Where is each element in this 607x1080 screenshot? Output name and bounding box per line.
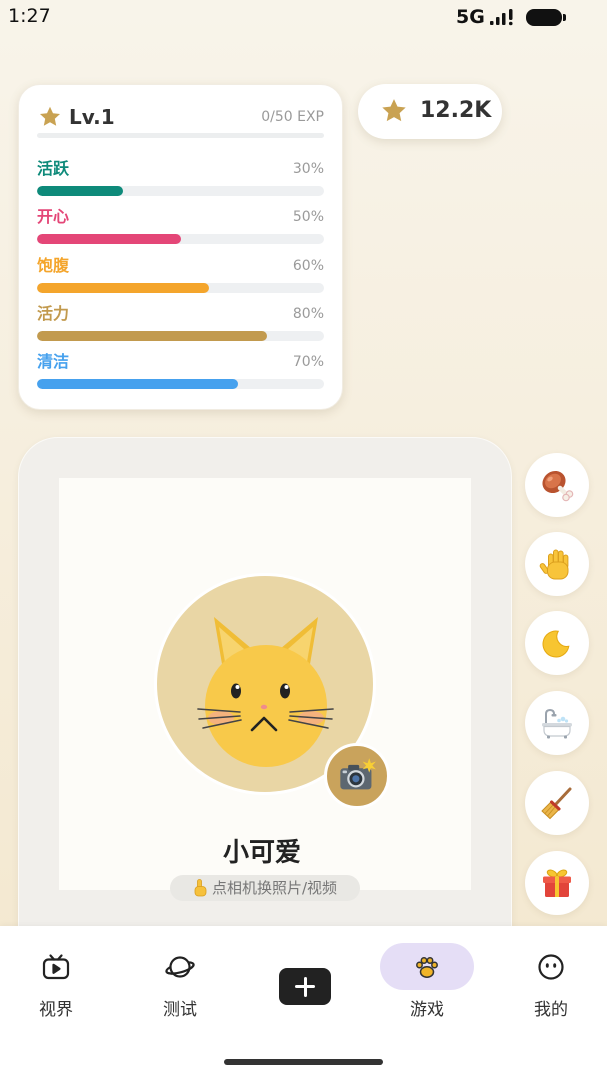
tab-label: 游戏 [410,1000,444,1020]
stat-bar [37,234,324,245]
stats-list: 活跃 30% 开心 50% 饱腹 60% 活力 80% 清洁 70% [37,158,324,399]
stat-label: 活跃 [37,159,70,178]
bathtub-icon [542,708,572,739]
coin-balance[interactable]: 12.2K [358,84,502,139]
star-icon [40,106,60,126]
stat-bar-fill [37,282,210,293]
stat-row-energy: 活力 80% [37,303,324,351]
pointing-up-icon [194,879,207,897]
pet-hand-button[interactable] [525,532,589,596]
battery-icon [526,9,562,26]
gift-icon [543,869,571,897]
smiley-icon [538,954,564,980]
create-button[interactable] [279,968,331,1005]
tab-label: 视界 [39,1000,73,1020]
stat-percent: 50% [292,209,324,226]
broom-icon [541,787,572,820]
feed-button[interactable] [525,453,589,517]
stat-percent: 30% [292,161,324,177]
stat-label: 开心 [37,207,70,227]
pet-name: 小可爱 [222,838,301,868]
stat-bar-fill [37,234,181,245]
tab-me[interactable]: 我的 [504,943,598,1023]
hand-icon [539,549,569,580]
tab-label: 测试 [163,1000,197,1020]
stat-percent: 80% [292,305,324,322]
tab-label: 我的 [534,1000,568,1020]
network-type: 5G [456,6,485,28]
stat-label: 清洁 [37,352,70,371]
tab-game[interactable]: 游戏 [380,943,474,1023]
plus-icon-stroke [303,976,307,997]
stat-bar [37,186,324,196]
coin-amount: 12.2K [420,98,492,123]
status-time: 1:27 [8,5,51,27]
bath-button[interactable] [525,691,589,755]
stat-row-happy: 开心 50% [37,206,324,254]
stat-bar-fill [37,330,267,341]
planet-icon [165,956,195,978]
pet-stats-card: Lv.1 0/50 EXP 活跃 30% 开心 50% 饱腹 60% 活力 80… [18,84,343,410]
stat-bar [37,379,324,389]
stat-row-active: 活跃 30% [37,158,324,206]
stat-row-clean: 清洁 70% [37,351,324,399]
paw-icon [416,957,438,978]
stat-bar-fill [37,186,124,196]
stat-bar-fill [37,379,238,389]
change-photo-button[interactable] [324,743,390,809]
exp-progress-bar [37,133,324,138]
sleep-button[interactable] [525,611,589,675]
star-icon [382,99,406,122]
tab-vision[interactable]: 视界 [9,943,103,1023]
stat-percent: 60% [292,257,324,274]
gift-button[interactable] [525,851,589,915]
stat-bar [37,282,324,293]
clean-button[interactable] [525,771,589,835]
stat-row-fullness: 饱腹 60% [37,255,324,303]
tv-icon [42,954,70,980]
exp-text: 0/50 EXP [261,109,324,125]
level-label: Lv.1 [69,105,115,129]
battery-tip [563,14,566,21]
stat-label: 饱腹 [37,255,70,275]
stat-percent: 70% [292,354,324,370]
home-indicator[interactable] [224,1059,383,1065]
photo-hint-text: 点相机换照片/视频 [211,879,338,897]
tab-test[interactable]: 测试 [133,943,227,1023]
stat-bar [37,330,324,341]
camera-icon [340,758,376,790]
signal-icon [490,9,513,26]
stat-label: 活力 [37,303,70,323]
photo-hint: 点相机换照片/视频 [170,875,360,901]
meat-icon [542,470,574,502]
moon-icon [542,630,570,658]
